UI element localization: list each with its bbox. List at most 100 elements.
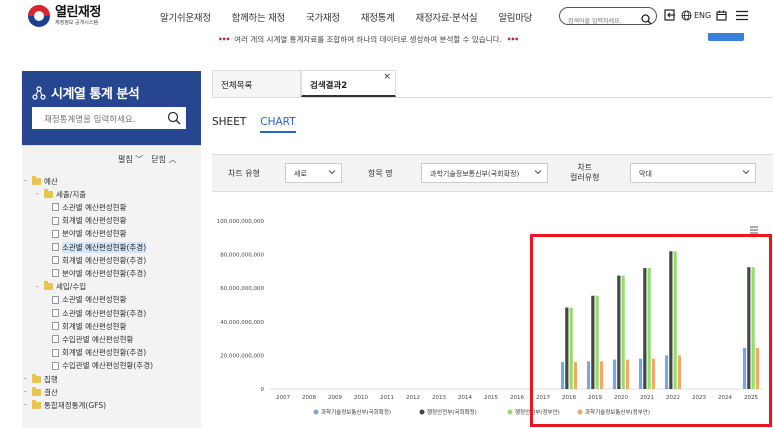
bar-2022-series-4[interactable] xyxy=(677,355,682,389)
tree-item[interactable]: 회계별 예산편성현황 xyxy=(52,215,126,227)
nav-item-easy-finance[interactable]: 알기쉬운재정 xyxy=(160,10,211,24)
chevron-up-icon: ︿ xyxy=(168,155,177,164)
tree-folder[interactable]: - 집행 xyxy=(24,373,58,385)
site-search-input[interactable] xyxy=(568,18,638,25)
tree-item[interactable]: 소관별 예산편성현황 xyxy=(52,201,126,213)
header-utilities: ENG xyxy=(664,9,749,21)
bar-2018-series-3[interactable] xyxy=(569,307,573,389)
bar-2021-series-1[interactable] xyxy=(638,358,643,389)
bar-2018-series-2[interactable] xyxy=(565,307,569,389)
bar-2025-series-1[interactable] xyxy=(742,347,747,389)
bar-2025-series-4[interactable] xyxy=(755,347,760,389)
bar-2025-series-3[interactable] xyxy=(751,267,755,389)
nav-item-notice[interactable]: 알림마당 xyxy=(498,10,532,24)
legend-item-2[interactable]: 행정안전부(국회확정) xyxy=(419,408,477,416)
x-tick-label: 2010 xyxy=(354,395,368,401)
chart-menu-icon[interactable] xyxy=(750,226,758,234)
x-tick-label: 2018 xyxy=(562,395,576,401)
chart-type-value: 세로 xyxy=(294,170,307,178)
bar-2022-series-3[interactable] xyxy=(673,251,677,389)
bar-2019-series-4[interactable] xyxy=(599,361,604,389)
item-name-select[interactable]: 과학기술정보통신부(국회확정) xyxy=(421,163,548,183)
bar-2018-series-4[interactable] xyxy=(573,362,578,389)
chart-type-select[interactable]: 세로 xyxy=(285,163,342,183)
bar-2022-series-1[interactable] xyxy=(664,355,669,389)
notice-dots-right: ••• xyxy=(506,35,519,44)
tree-toggle-icon[interactable]: - xyxy=(24,388,30,396)
bar-2020-series-2[interactable] xyxy=(617,275,621,389)
nav-item-data-analysis[interactable]: 재정자료·분석실 xyxy=(416,10,478,24)
document-icon xyxy=(52,322,59,331)
document-icon xyxy=(52,269,59,278)
bar-2020-series-4[interactable] xyxy=(625,359,630,389)
tree-folder[interactable]: - 통합재정통계(GFS) xyxy=(24,399,106,411)
site-logo[interactable]: 열린재정 재정정보 공개시스템 xyxy=(28,5,101,27)
tree-folder[interactable]: - 예산 xyxy=(24,175,58,187)
bar-2019-series-3[interactable] xyxy=(595,295,599,389)
tree-item[interactable]: 회계별 예산편성현황(추경) xyxy=(52,347,146,359)
chart-tab[interactable]: CHART xyxy=(260,116,295,133)
tree-item[interactable]: 소관별 예산편성현황(추경) xyxy=(52,241,147,253)
language-label: ENG xyxy=(694,10,712,20)
close-icon[interactable]: × xyxy=(383,72,391,82)
calendar-icon[interactable] xyxy=(716,10,727,21)
tree-item[interactable]: 회계별 예산편성현황 xyxy=(52,320,126,332)
search-icon[interactable] xyxy=(641,10,652,29)
stat-search-input[interactable] xyxy=(44,115,164,125)
legend-marker xyxy=(577,409,583,415)
view-toggle: SHEET CHART xyxy=(212,116,296,133)
bar-2021-series-3[interactable] xyxy=(647,268,651,389)
tree-toggle-icon[interactable]: - xyxy=(36,190,42,198)
nav-item-national-finance[interactable]: 국가재정 xyxy=(306,10,340,24)
bar-2020-series-3[interactable] xyxy=(621,275,625,389)
tree-toggle-icon[interactable]: - xyxy=(24,375,30,383)
legend-item-1[interactable]: 과학기술정보통신부(국회확정) xyxy=(313,408,392,416)
legend-item-4[interactable]: 과학기술정보통신부(정부안) xyxy=(577,408,651,416)
bar-2020-series-1[interactable] xyxy=(612,359,617,389)
collapse-all-button[interactable]: 닫힘 ︿ xyxy=(151,154,176,165)
bar-2018-series-1[interactable] xyxy=(560,362,565,389)
tree-item[interactable]: 수입관별 예산편성현황 xyxy=(52,333,133,345)
tree-item[interactable]: 분야별 예산편성현황 xyxy=(52,228,126,240)
tree-item[interactable]: 소관별 예산편성현황(추경) xyxy=(52,307,146,319)
bar-2019-series-1[interactable] xyxy=(586,361,591,389)
bar-2021-series-2[interactable] xyxy=(643,268,647,389)
globe-icon xyxy=(681,10,692,20)
folder-icon xyxy=(44,281,53,291)
tree-item-label: 결산 xyxy=(44,387,58,397)
language-switch[interactable]: ENG xyxy=(681,10,711,21)
expand-all-button[interactable]: 펼침 ﹀ xyxy=(118,154,143,165)
tree-item[interactable]: 회계별 예산편성현황(추경) xyxy=(52,254,146,266)
stat-tree-panel: 펼침 ﹀ 닫힘 ︿ - 예산 - 세출/지출 소관별 예산편성현황 회계별 예산편성현황 분… xyxy=(22,145,201,428)
bar-2021-series-4[interactable] xyxy=(651,358,656,389)
sheet-tab[interactable]: SHEET xyxy=(212,116,246,133)
tree-toggle-icon[interactable]: - xyxy=(24,177,30,185)
tree-folder[interactable]: - 결산 xyxy=(24,386,58,398)
legend-item-3[interactable]: 행정안전부(정부안) xyxy=(507,408,560,416)
stat-search-box xyxy=(32,107,186,129)
document-icon xyxy=(52,243,59,251)
tree-item-label: 소관별 예산편성현황(추경) xyxy=(62,241,147,253)
bar-2019-series-2[interactable] xyxy=(591,295,595,389)
tree-folder[interactable]: - 세입/수입 xyxy=(36,281,86,293)
network-icon xyxy=(32,85,46,100)
tab-search-result-2[interactable]: 검색결과2 × xyxy=(301,70,396,97)
nav-item-together-finance[interactable]: 함께하는 재정 xyxy=(232,10,286,24)
tab-all-list[interactable]: 전체목록 xyxy=(212,70,301,97)
bar-2025-series-2[interactable] xyxy=(747,267,751,389)
notice-action-button[interactable] xyxy=(708,33,744,41)
tree-toggle-icon[interactable]: - xyxy=(36,283,42,291)
chevron-down-icon xyxy=(742,168,750,178)
nav-item-finance-statistics[interactable]: 재정통계 xyxy=(361,10,395,24)
tree-folder[interactable]: - 세출/지출 xyxy=(36,188,86,200)
main-nav: 알기쉬운재정 함께하는 재정 국가재정 재정통계 재정자료·분석실 알림마당 xyxy=(160,10,553,24)
login-icon[interactable] xyxy=(664,9,676,21)
bar-2022-series-2[interactable] xyxy=(669,251,673,389)
search-icon[interactable] xyxy=(167,110,181,129)
hamburger-menu-icon[interactable] xyxy=(736,10,749,21)
tree-item[interactable]: 소관별 예산편성현황 xyxy=(52,294,126,306)
color-type-select[interactable]: 막대 xyxy=(630,163,756,183)
tree-item[interactable]: 수입관별 예산편성현황(추경) xyxy=(52,360,153,372)
tree-toggle-icon[interactable]: - xyxy=(24,401,30,409)
tree-item[interactable]: 분야별 예산편성현황(추경) xyxy=(52,267,146,279)
